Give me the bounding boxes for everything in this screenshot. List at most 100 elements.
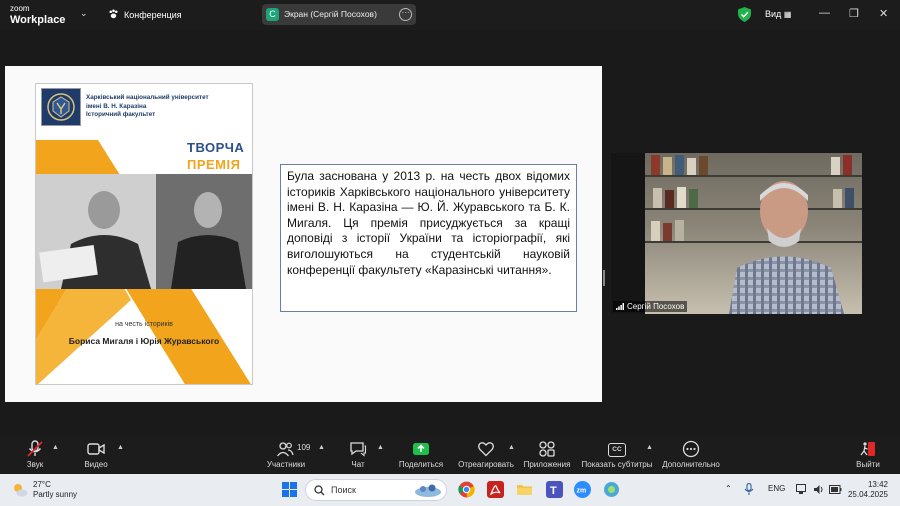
more-options-icon[interactable]: ··· bbox=[399, 8, 412, 21]
taskbar-clock[interactable]: 13:42 25.04.2025 bbox=[848, 480, 888, 500]
chrome-icon[interactable] bbox=[458, 481, 475, 498]
uni-line-2: імені В. Н. Каразіна bbox=[86, 102, 147, 110]
closed-captions-icon: CC bbox=[608, 443, 626, 457]
meeting-info-button[interactable]: Конференция bbox=[108, 9, 182, 20]
book bbox=[651, 221, 660, 241]
participants-options-caret[interactable]: ▲ bbox=[318, 444, 325, 451]
audio-options-caret[interactable]: ▲ bbox=[52, 444, 59, 451]
weather-desc: Partly sunny bbox=[33, 490, 78, 499]
minimize-button[interactable]: — bbox=[819, 7, 830, 19]
video-options-caret[interactable]: ▲ bbox=[117, 444, 124, 451]
book bbox=[687, 158, 696, 175]
shared-slide: Харківський національний університет іме… bbox=[5, 66, 602, 402]
pdf-reader-icon[interactable] bbox=[487, 481, 504, 498]
clock-date: 25.04.2025 bbox=[847, 490, 888, 499]
close-button[interactable]: ✕ bbox=[879, 7, 888, 20]
share-title: Экран (Сергій Посохов) bbox=[284, 9, 377, 19]
brand-bottom: Workplace bbox=[10, 14, 66, 26]
university-crest-icon bbox=[41, 88, 81, 126]
participants-label: Участники bbox=[266, 460, 306, 469]
taskbar-search[interactable]: Поиск bbox=[305, 479, 447, 501]
slide-text-box: Була заснована у 2013 р. на честь двох в… bbox=[280, 164, 577, 312]
teams-icon[interactable]: T bbox=[546, 481, 563, 498]
university-name: Харківський національний університет іме… bbox=[86, 94, 209, 120]
share-button[interactable]: Поделиться bbox=[398, 440, 444, 469]
more-button[interactable]: Дополнительно bbox=[660, 440, 722, 469]
video-button[interactable]: Видео bbox=[80, 440, 112, 469]
weather-temp: 27°C bbox=[33, 480, 51, 489]
title-bar: zoom Workplace ⌄ Конференция С Экран (Се… bbox=[0, 0, 900, 30]
react-button[interactable]: Отреагировать bbox=[457, 440, 515, 469]
participants-icon bbox=[276, 442, 294, 457]
participant-person bbox=[729, 181, 844, 314]
video-label: Видео bbox=[84, 460, 108, 469]
participant-name-label: Сергій Посохов bbox=[613, 301, 688, 312]
cover-names: Бориса Мигаля і Юрія Журавського bbox=[68, 336, 220, 346]
more-label: Дополнительно bbox=[662, 460, 720, 469]
cover-title-2: ПРЕМІЯ bbox=[187, 157, 241, 172]
react-options-caret[interactable]: ▲ bbox=[508, 444, 515, 451]
captions-label: Показать субтитры bbox=[581, 460, 653, 469]
meeting-label: Конференция bbox=[124, 10, 182, 20]
book bbox=[845, 188, 854, 208]
file-explorer-icon[interactable] bbox=[516, 481, 533, 498]
shield-icon[interactable] bbox=[738, 7, 751, 22]
book bbox=[653, 188, 662, 208]
participants-count: 109 bbox=[297, 443, 311, 452]
apps-label: Приложения bbox=[523, 460, 571, 469]
book bbox=[663, 157, 672, 175]
slide-text: Була заснована у 2013 р. на честь двох в… bbox=[287, 169, 570, 277]
more-dots-icon bbox=[682, 440, 700, 458]
view-button[interactable]: Вид ▦ bbox=[765, 9, 791, 19]
view-grid-icon: ▦ bbox=[783, 10, 792, 19]
participant-name: Сергій Посохов bbox=[627, 302, 685, 311]
share-label: Поделиться bbox=[398, 460, 444, 469]
captions-button[interactable]: CC Показать субтитры bbox=[580, 440, 654, 469]
uni-line-3: Історичний факультет bbox=[86, 111, 156, 118]
panel-resize-handle[interactable] bbox=[603, 270, 605, 286]
book bbox=[677, 187, 686, 208]
book bbox=[651, 155, 660, 175]
restore-button[interactable]: ❐ bbox=[849, 7, 859, 20]
book bbox=[675, 220, 684, 241]
react-label: Отреагировать bbox=[458, 460, 514, 469]
clock-time: 13:42 bbox=[867, 480, 888, 489]
zoom-app-icon[interactable]: zm bbox=[574, 481, 591, 498]
language-indicator[interactable]: ENG bbox=[768, 484, 785, 493]
screen-share-indicator[interactable]: С Экран (Сергій Посохов) ··· bbox=[262, 4, 416, 25]
book-cover: Харківський національний університет іме… bbox=[35, 83, 253, 385]
tray-overflow-icon[interactable]: ⌃ bbox=[725, 484, 732, 493]
share-badge: С bbox=[266, 8, 279, 21]
leave-door-icon bbox=[860, 442, 875, 456]
book bbox=[675, 155, 684, 175]
chat-options-caret[interactable]: ▲ bbox=[377, 444, 384, 451]
chat-button[interactable]: Чат bbox=[345, 440, 371, 469]
captions-options-caret[interactable]: ▲ bbox=[646, 444, 653, 451]
microphone-muted-icon bbox=[27, 440, 43, 457]
svg-text:zm: zm bbox=[577, 488, 587, 495]
speaker-icon[interactable] bbox=[813, 484, 825, 495]
search-highlight-icon bbox=[415, 484, 441, 497]
microphone-icon[interactable] bbox=[744, 483, 754, 496]
svg-text:T: T bbox=[550, 485, 557, 497]
search-label: Поиск bbox=[331, 485, 356, 495]
leave-button[interactable]: Выйти bbox=[852, 440, 884, 469]
view-label: Вид bbox=[765, 9, 782, 19]
chevron-down-icon[interactable]: ⌄ bbox=[80, 8, 88, 19]
app-icon[interactable] bbox=[603, 481, 620, 498]
paw-icon bbox=[109, 9, 118, 19]
windows-start-icon[interactable] bbox=[281, 481, 298, 498]
battery-icon[interactable] bbox=[829, 485, 842, 494]
audio-button[interactable]: Звук bbox=[18, 440, 52, 469]
share-screen-icon bbox=[413, 443, 429, 455]
book bbox=[665, 190, 674, 208]
network-icon[interactable] bbox=[796, 484, 808, 495]
signal-strength-icon bbox=[616, 303, 624, 310]
participant-video-tile[interactable]: Сергій Посохов bbox=[611, 153, 862, 314]
cover-title-1: ТВОРЧА bbox=[187, 140, 245, 155]
apps-button[interactable]: Приложения bbox=[522, 440, 572, 469]
audio-label: Звук bbox=[26, 460, 44, 469]
uni-line-1: Харківський національний університет bbox=[86, 94, 209, 101]
leave-label: Выйти bbox=[856, 460, 880, 469]
search-icon bbox=[314, 485, 325, 496]
